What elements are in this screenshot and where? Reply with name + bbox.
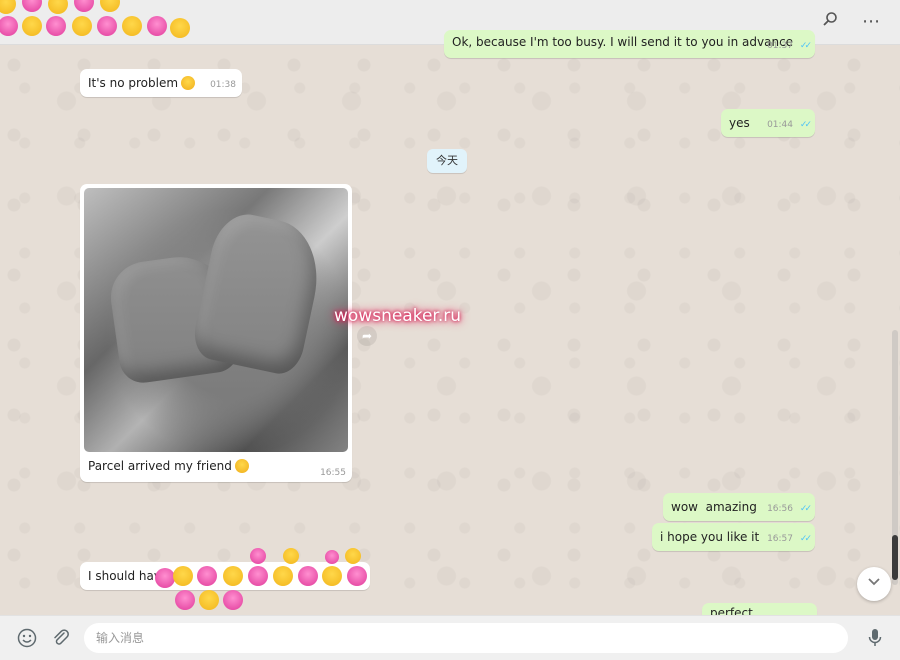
message-time: 16:56	[767, 504, 793, 514]
sparkling-heart-emoji-icon	[347, 566, 367, 586]
sparkling-heart-emoji-icon	[298, 566, 318, 586]
tongue-face-emoji-icon	[48, 0, 68, 14]
sparkling-heart-emoji-icon	[74, 0, 94, 12]
sparkling-heart-emoji-icon	[248, 566, 268, 586]
tongue-face-emoji-icon	[22, 16, 42, 36]
forward-icon[interactable]: ➦	[357, 326, 377, 346]
photo-caption: Parcel arrived my friend	[88, 459, 232, 473]
tongue-face-emoji-icon	[199, 590, 219, 610]
message-time: 16:55	[320, 468, 346, 478]
sneaker-photo[interactable]	[84, 188, 348, 452]
read-receipt-icon: ✓✓	[799, 504, 812, 514]
sparkling-heart-emoji-icon	[250, 548, 266, 564]
photo-shading	[84, 188, 348, 452]
tongue-face-emoji-icon	[170, 18, 190, 38]
message-time: 01:38	[210, 80, 236, 90]
microphone-icon[interactable]	[864, 628, 886, 650]
sparkling-heart-emoji-icon	[155, 568, 175, 588]
search-icon[interactable]	[818, 10, 842, 34]
message-time: 16:57	[767, 534, 793, 544]
tongue-face-emoji-icon	[173, 566, 193, 586]
emoji-icon[interactable]	[16, 628, 38, 650]
sparkling-heart-emoji-icon	[175, 590, 195, 610]
smiling-face-emoji-icon	[181, 76, 196, 90]
message-bubble-outgoing[interactable]: wow amazing 16:56 ✓✓	[663, 493, 815, 521]
tongue-face-emoji-icon	[322, 566, 342, 586]
tongue-face-emoji-icon	[283, 548, 299, 564]
watermark-text: wowsneaker.ru	[334, 306, 462, 326]
message-bubble-outgoing[interactable]: yes 01:44 ✓✓	[721, 109, 815, 137]
message-text: wow amazing	[671, 500, 757, 514]
compose-bar	[0, 615, 900, 660]
message-bubble-outgoing[interactable]: i hope you like it 16:57 ✓✓	[652, 523, 815, 551]
message-text: i hope you like it	[660, 530, 760, 544]
read-receipt-icon: ✓✓	[799, 534, 812, 544]
message-bubble-incoming[interactable]: It's no problem 01:38	[80, 69, 242, 97]
tongue-face-emoji-icon	[122, 16, 142, 36]
message-input[interactable]	[84, 623, 848, 653]
message-time: 01:44	[767, 120, 793, 130]
sparkling-heart-emoji-icon	[97, 16, 117, 36]
scrollbar-thumb[interactable]	[892, 535, 898, 580]
tongue-face-emoji-icon	[345, 548, 361, 564]
scroll-to-bottom-button[interactable]	[857, 567, 891, 601]
message-time: 01:37	[767, 41, 793, 51]
clip-region: perfect	[700, 600, 820, 615]
tongue-face-emoji-icon	[72, 16, 92, 36]
smiling-face-emoji-icon	[234, 459, 249, 473]
tongue-face-emoji-icon	[0, 0, 16, 14]
sparkling-heart-emoji-icon	[22, 0, 42, 12]
photo-message[interactable]: Parcel arrived my friend 16:55	[80, 184, 352, 482]
sparkling-heart-emoji-icon	[0, 16, 18, 36]
chevron-down-icon	[868, 578, 880, 586]
sparkling-heart-emoji-icon	[147, 16, 167, 36]
tongue-face-emoji-icon	[273, 566, 293, 586]
message-bubble-outgoing[interactable]: perfect	[702, 603, 817, 615]
date-divider: 今天	[427, 149, 467, 173]
tongue-face-emoji-icon	[100, 0, 120, 12]
tongue-face-emoji-icon	[223, 566, 243, 586]
message-bubble-outgoing[interactable]: Ok, because I'm too busy. I will send it…	[444, 30, 815, 58]
read-receipt-icon: ✓✓	[799, 120, 812, 130]
message-text: It's no problem	[88, 76, 179, 90]
sparkling-heart-emoji-icon	[46, 16, 66, 36]
message-text: perfect	[710, 606, 753, 615]
paperclip-icon[interactable]	[50, 628, 72, 650]
sparkling-heart-emoji-icon	[197, 566, 217, 586]
read-receipt-icon: ✓✓	[799, 41, 812, 51]
message-text: yes	[729, 116, 750, 130]
sparkling-heart-emoji-icon	[223, 590, 243, 610]
sparkling-heart-emoji-icon	[325, 550, 339, 564]
emoji-sticker-overlay	[0, 0, 190, 44]
emoji-sticker-overlay	[155, 548, 385, 610]
message-text: Ok, because I'm too busy. I will send it…	[452, 35, 794, 49]
more-options-icon[interactable]: ⋯	[859, 10, 883, 34]
